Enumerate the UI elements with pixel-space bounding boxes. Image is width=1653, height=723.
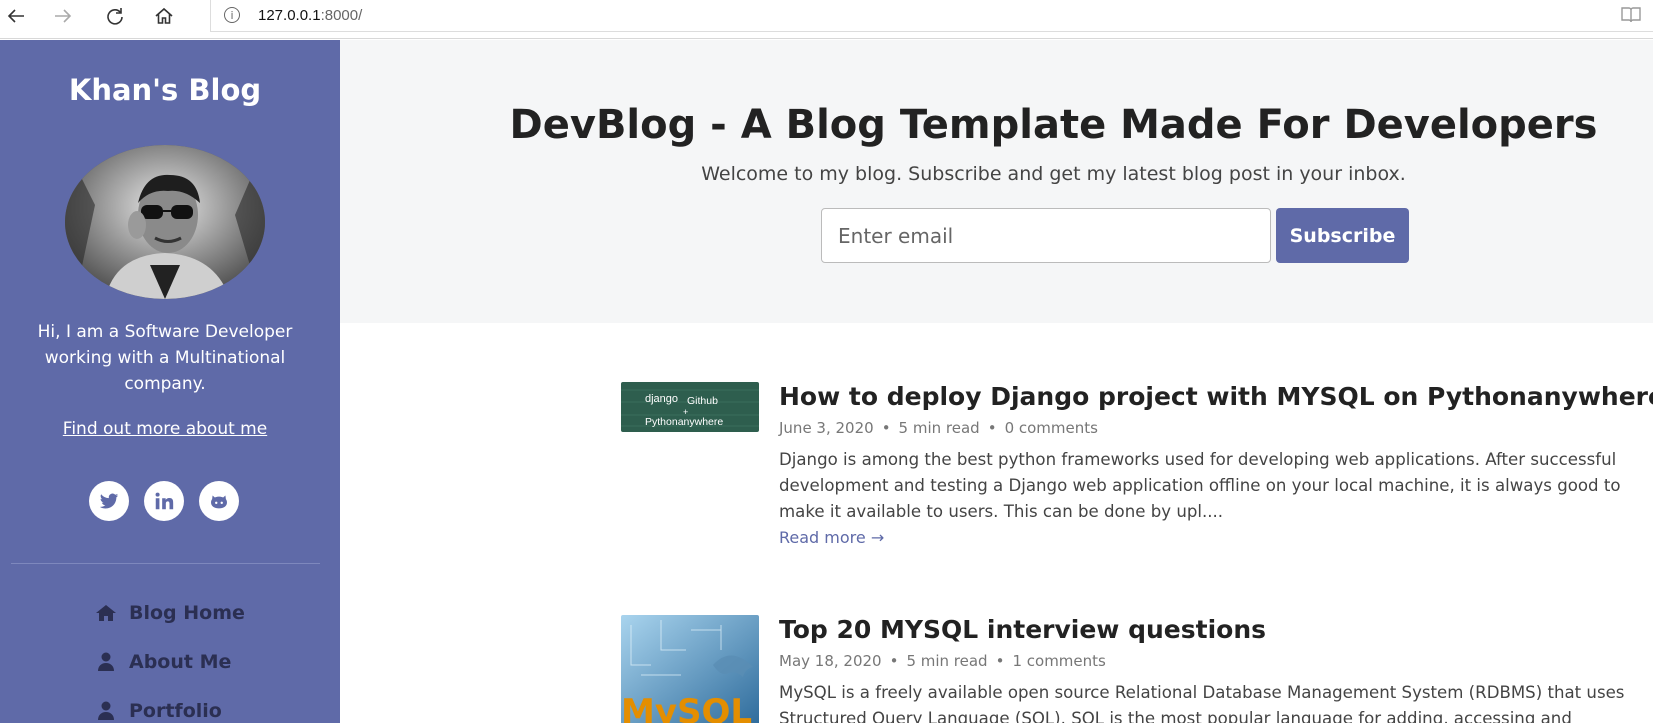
twitter-icon — [99, 493, 119, 509]
user-icon — [98, 652, 114, 671]
url-host: 127.0.0.1 — [258, 7, 321, 24]
nav-item-blog-home[interactable]: Blog Home — [95, 598, 245, 628]
url-path: :8000/ — [320, 7, 363, 24]
github-icon — [211, 495, 227, 509]
subscribe-button[interactable]: Subscribe — [1276, 208, 1409, 263]
back-button[interactable] — [0, 0, 36, 32]
page-subtitle: Welcome to my blog. Subscribe and get my… — [701, 163, 1406, 185]
blog-name[interactable]: Khan's Blog — [0, 73, 330, 107]
thumb-text: Pythonanywhere — [645, 416, 723, 428]
nav-item-label: About Me — [129, 651, 232, 673]
about-me-link[interactable]: Find out more about me — [0, 419, 330, 439]
nav-item-label: Portfolio — [129, 700, 222, 722]
browser-toolbar: i 127.0.0.1:8000/ — [0, 0, 1653, 39]
thumb-text: Github — [687, 395, 718, 407]
hero-section: DevBlog - A Blog Template Made For Devel… — [340, 40, 1653, 323]
post-title[interactable]: How to deploy Django project with MYSQL … — [779, 382, 1653, 411]
post-date: June 3, 2020 — [779, 419, 874, 437]
post-meta: June 3, 2020 • 5 min read • 0 comments — [779, 419, 1098, 437]
back-arrow-icon — [7, 9, 24, 23]
post-comments: 1 comments — [1012, 652, 1106, 670]
home-icon — [155, 7, 173, 24]
social-links — [89, 481, 239, 521]
nav-item-about-me[interactable]: About Me — [95, 647, 245, 677]
post-meta: May 18, 2020 • 5 min read • 1 comments — [779, 652, 1106, 670]
twitter-link[interactable] — [89, 481, 129, 521]
post-read-time: 5 min read — [906, 652, 988, 670]
email-field[interactable] — [821, 208, 1271, 263]
post-body: How to deploy Django project with MYSQL … — [779, 382, 1653, 548]
thumb-text: django — [645, 393, 678, 405]
info-icon[interactable]: i — [224, 7, 240, 23]
sidebar-divider — [11, 563, 320, 564]
refresh-icon — [107, 8, 123, 25]
post-comments: 0 comments — [1004, 419, 1098, 437]
github-link[interactable] — [199, 481, 239, 521]
read-more-link[interactable]: Read more → — [779, 528, 884, 547]
avatar — [65, 145, 265, 299]
nav-item-label: Blog Home — [129, 602, 245, 624]
address-bar[interactable]: i 127.0.0.1:8000/ — [210, 0, 1653, 32]
post-read-time: 5 min read — [898, 419, 980, 437]
post-body: Top 20 MYSQL interview questions May 18,… — [779, 615, 1629, 723]
home-button[interactable] — [144, 0, 184, 32]
linkedin-icon — [155, 492, 174, 510]
reading-view-icon[interactable] — [1621, 6, 1641, 24]
nav-item-portfolio[interactable]: Portfolio — [95, 696, 245, 723]
page-title: DevBlog - A Blog Template Made For Devel… — [509, 102, 1598, 148]
bio-text: Hi, I am a Software Developer working wi… — [37, 322, 293, 394]
post-title[interactable]: Top 20 MYSQL interview questions — [779, 615, 1629, 644]
post-date: May 18, 2020 — [779, 652, 882, 670]
refresh-button[interactable] — [95, 0, 135, 32]
url-text[interactable]: 127.0.0.1:8000/ — [258, 7, 362, 24]
sidebar-nav: Blog Home About Me Portfolio — [95, 598, 245, 723]
user-icon — [98, 701, 114, 720]
sidebar: Khan's Blog Hi, I am a Software Develope… — [0, 40, 340, 723]
forward-button[interactable] — [43, 0, 83, 32]
forward-arrow-icon — [55, 9, 72, 23]
home-icon — [96, 605, 116, 621]
post-thumbnail[interactable]: MySQL — [621, 615, 759, 723]
mysql-logo: MySQL — [621, 692, 752, 723]
post-thumbnail[interactable]: django Github + Pythonanywhere — [621, 382, 759, 432]
post-excerpt: Django is among the best python framewor… — [779, 450, 1621, 521]
post-excerpt: MySQL is a freely available open source … — [779, 683, 1625, 723]
linkedin-link[interactable] — [144, 481, 184, 521]
